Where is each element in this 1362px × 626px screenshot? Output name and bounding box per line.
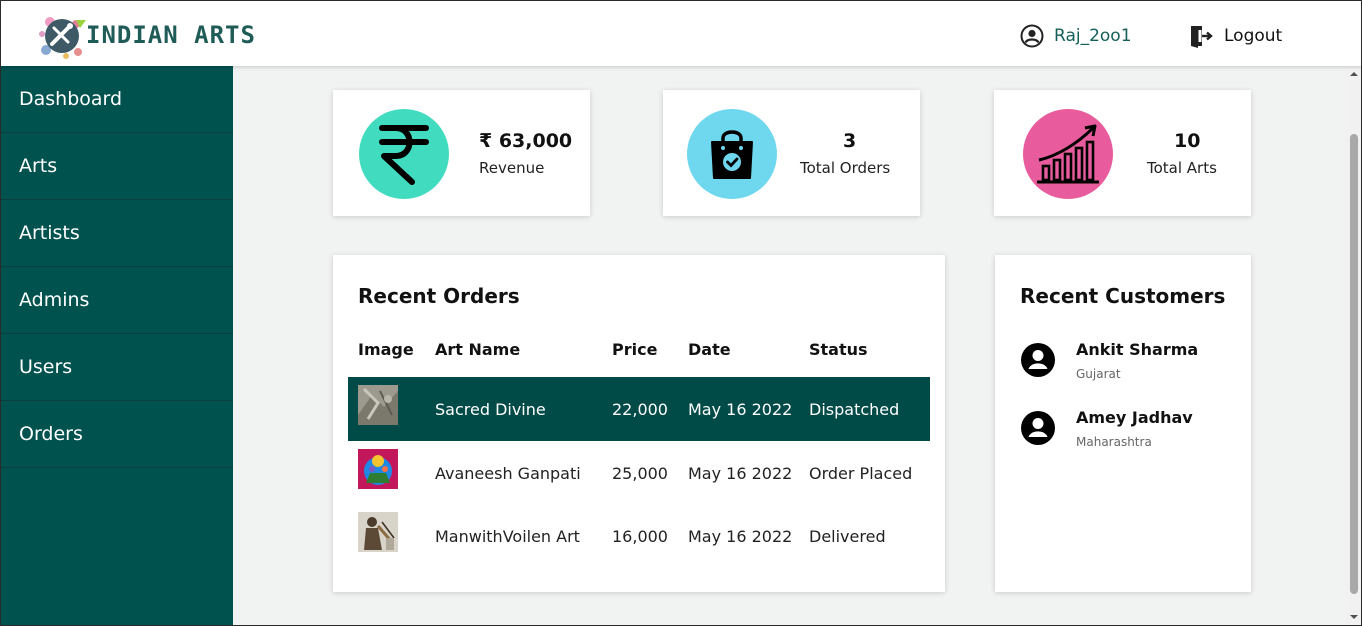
recent-customers-card: Recent Customers Ankit Sharma Gujarat Am… — [995, 255, 1251, 592]
art-name: Avaneesh Ganpati — [435, 463, 581, 483]
date: May 16 2022 — [688, 399, 793, 419]
sidebar-item-orders[interactable]: Orders — [0, 401, 233, 468]
column-header-art-name: Art Name — [435, 340, 521, 359]
growth-chart-icon — [1023, 109, 1113, 199]
art-name: ManwithVoilen Art — [435, 526, 580, 546]
sidebar-item-dashboard[interactable]: Dashboard — [0, 66, 233, 133]
price: 22,000 — [612, 399, 668, 419]
price: 25,000 — [612, 463, 668, 483]
table-row[interactable]: Sacred Divine 22,000 May 16 2022 Dispatc… — [348, 377, 930, 441]
revenue-value: ₹ 63,000 — [479, 130, 573, 152]
logo[interactable]: INDIAN ARTS — [30, 10, 290, 62]
status: Delivered — [809, 526, 886, 546]
customer-name: Amey Jadhav — [1076, 408, 1193, 427]
recent-orders-card: Recent Orders Image Art Name Price Date … — [333, 255, 945, 592]
logo-text: INDIAN ARTS — [86, 21, 256, 49]
table-row[interactable]: Avaneesh Ganpati 25,000 May 16 2022 Orde… — [348, 441, 930, 505]
revenue-label: Revenue — [479, 159, 545, 177]
column-header-image: Image — [358, 340, 414, 359]
shopping-bag-check-icon — [687, 109, 777, 199]
recent-orders-title: Recent Orders — [358, 284, 520, 308]
table-row[interactable]: ManwithVoilen Art 16,000 May 16 2022 Del… — [348, 504, 930, 568]
customer-name: Ankit Sharma — [1076, 340, 1199, 359]
art-thumbnail — [358, 385, 398, 425]
customer-location: Gujarat — [1076, 367, 1121, 381]
total-arts-value: 10 — [1174, 130, 1201, 152]
sidebar: Dashboard Arts Artists Admins Users Orde… — [0, 66, 233, 626]
palette-logo-icon — [39, 17, 86, 59]
art-name: Sacred Divine — [435, 399, 546, 419]
total-orders-card: 3 Total Orders — [663, 90, 920, 216]
logout-button[interactable]: Logout — [1188, 22, 1282, 50]
customer-item[interactable]: Amey Jadhav Maharashtra — [1020, 408, 1240, 458]
date: May 16 2022 — [688, 463, 793, 483]
scroll-up-arrow-icon[interactable] — [1350, 70, 1358, 78]
total-arts-card: 10 Total Arts — [994, 90, 1251, 216]
status: Dispatched — [809, 399, 900, 419]
recent-customers-title: Recent Customers — [1020, 284, 1226, 308]
rupee-icon — [359, 109, 449, 199]
scroll-down-arrow-icon[interactable] — [1350, 613, 1358, 621]
user-avatar-icon — [1021, 343, 1055, 377]
user-profile-link[interactable]: Raj_2oo1 — [1020, 22, 1132, 50]
vertical-scrollbar[interactable] — [1347, 66, 1361, 625]
total-arts-label: Total Arts — [1147, 159, 1217, 177]
top-header: INDIAN ARTS Raj_2oo1 Logout — [0, 0, 1362, 66]
customer-location: Maharashtra — [1076, 435, 1152, 449]
logout-door-icon — [1191, 26, 1213, 48]
art-thumbnail — [358, 449, 398, 489]
art-thumbnail — [358, 512, 398, 552]
date: May 16 2022 — [688, 526, 793, 546]
sidebar-item-artists[interactable]: Artists — [0, 200, 233, 267]
user-avatar-icon — [1021, 411, 1055, 445]
column-header-price: Price — [612, 340, 658, 359]
total-orders-label: Total Orders — [800, 159, 891, 177]
status: Order Placed — [809, 463, 913, 483]
sidebar-item-users[interactable]: Users — [0, 334, 233, 401]
customer-item[interactable]: Ankit Sharma Gujarat — [1020, 340, 1240, 390]
revenue-card: ₹ 63,000 Revenue — [333, 90, 590, 216]
scrollbar-thumb[interactable] — [1350, 134, 1358, 594]
username: Raj_2oo1 — [1054, 26, 1132, 46]
column-header-date: Date — [688, 340, 731, 359]
sidebar-item-arts[interactable]: Arts — [0, 133, 233, 200]
user-circle-icon — [1020, 24, 1044, 48]
logout-label: Logout — [1224, 26, 1283, 46]
column-header-status: Status — [809, 340, 868, 359]
price: 16,000 — [612, 526, 668, 546]
total-orders-value: 3 — [843, 130, 857, 152]
sidebar-item-admins[interactable]: Admins — [0, 267, 233, 334]
